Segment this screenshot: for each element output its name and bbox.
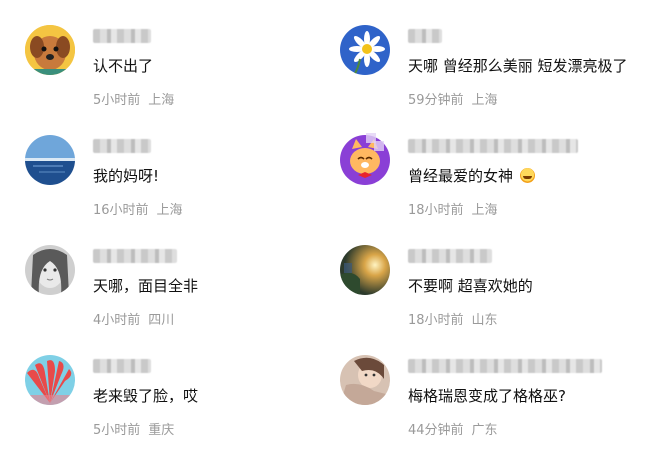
comment-location: 上海 bbox=[148, 93, 175, 108]
comment-meta: 16小时前 上海 bbox=[93, 199, 183, 218]
comment-text-content: 曾经最爱的女神 bbox=[408, 167, 514, 185]
sea-avatar[interactable] bbox=[25, 135, 75, 185]
comment-time: 59分钟前 bbox=[408, 93, 464, 108]
comment-text: 认不出了 bbox=[93, 57, 154, 75]
comment-location: 四川 bbox=[148, 313, 175, 328]
red-fan-avatar[interactable] bbox=[25, 355, 75, 405]
comment-meta: 18小时前 山东 bbox=[408, 309, 498, 328]
comment-text: 天哪 曾经那么美丽 短发漂亮极了 bbox=[408, 57, 628, 75]
comment-item: 天哪，面目全非 4小时前 四川 bbox=[25, 245, 335, 345]
comment-meta: 59分钟前 上海 bbox=[408, 89, 498, 108]
comment-time: 18小时前 bbox=[408, 313, 464, 328]
comment-time: 18小时前 bbox=[408, 203, 464, 218]
comment-time: 5小时前 bbox=[93, 423, 141, 438]
girl-photo-avatar[interactable] bbox=[340, 355, 390, 405]
username-blurred[interactable] bbox=[93, 29, 151, 43]
username-blurred[interactable] bbox=[408, 249, 492, 263]
daisy-avatar[interactable] bbox=[340, 25, 390, 75]
comment-item: 天哪 曾经那么美丽 短发漂亮极了 59分钟前 上海 bbox=[340, 25, 650, 125]
comment-time: 44分钟前 bbox=[408, 423, 464, 438]
comment-meta: 5小时前 重庆 bbox=[93, 419, 174, 438]
comment-meta: 4小时前 四川 bbox=[93, 309, 174, 328]
username-blurred[interactable] bbox=[408, 359, 602, 373]
comment-location: 上海 bbox=[156, 203, 183, 218]
comment-time: 16小时前 bbox=[93, 203, 149, 218]
sunset-avatar[interactable] bbox=[340, 245, 390, 295]
username-blurred[interactable] bbox=[93, 359, 151, 373]
sketch-girl-avatar[interactable] bbox=[25, 245, 75, 295]
comment-text: 曾经最爱的女神 bbox=[408, 165, 535, 186]
comment-item: 老来毁了脸，哎 5小时前 重庆 bbox=[25, 355, 335, 455]
dog-avatar[interactable] bbox=[25, 25, 75, 75]
comment-text: 天哪，面目全非 bbox=[93, 277, 199, 295]
comment-time: 5小时前 bbox=[93, 93, 141, 108]
comment-text: 不要啊 超喜欢她的 bbox=[408, 277, 533, 295]
comment-text: 我的妈呀! bbox=[93, 167, 160, 185]
comment-location: 上海 bbox=[471, 93, 498, 108]
comment-meta: 5小时前 上海 bbox=[93, 89, 174, 108]
comment-time: 4小时前 bbox=[93, 313, 141, 328]
comment-item: 梅格瑞恩变成了格格巫? 44分钟前 广东 bbox=[340, 355, 650, 455]
comment-location: 广东 bbox=[471, 423, 498, 438]
username-blurred[interactable] bbox=[408, 29, 442, 43]
comment-item: 曾经最爱的女神 18小时前 上海 bbox=[340, 133, 650, 235]
comment-item: 认不出了 5小时前 上海 bbox=[25, 25, 335, 125]
comment-meta: 44分钟前 广东 bbox=[408, 419, 498, 438]
comment-location: 上海 bbox=[471, 203, 498, 218]
comment-item: 我的妈呀! 16小时前 上海 bbox=[25, 135, 335, 235]
username-blurred[interactable] bbox=[93, 249, 177, 263]
comment-meta: 18小时前 上海 bbox=[408, 199, 498, 218]
comment-location: 山东 bbox=[471, 313, 498, 328]
username-blurred[interactable] bbox=[408, 139, 578, 153]
username-blurred[interactable] bbox=[93, 139, 151, 153]
comment-text: 老来毁了脸，哎 bbox=[93, 387, 199, 405]
laughing-emoji-icon bbox=[519, 168, 535, 183]
comment-location: 重庆 bbox=[148, 423, 175, 438]
comment-item: 不要啊 超喜欢她的 18小时前 山东 bbox=[340, 245, 650, 345]
comment-text: 梅格瑞恩变成了格格巫? bbox=[408, 387, 566, 405]
